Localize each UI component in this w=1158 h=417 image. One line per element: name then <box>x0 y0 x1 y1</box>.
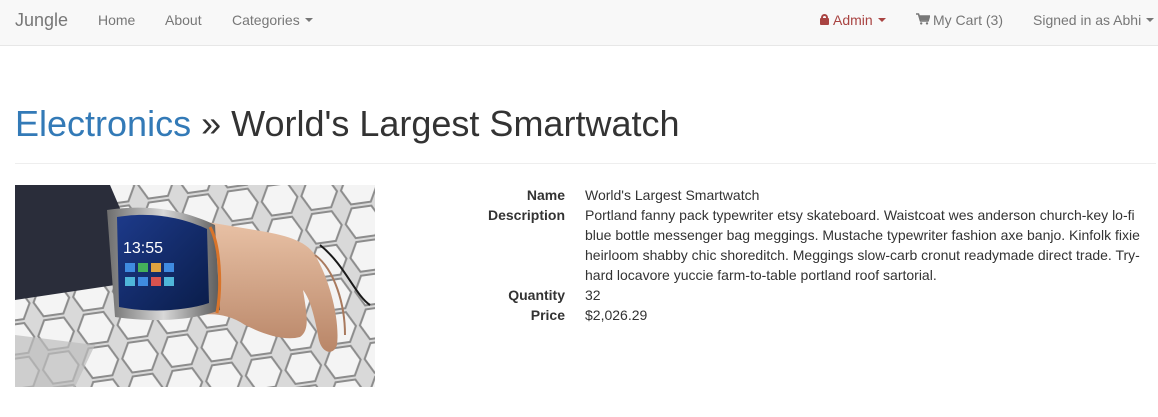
product-image: 13:55 <box>15 185 375 387</box>
nav-account-label: Signed in as Abhi <box>1033 12 1142 28</box>
chevron-down-icon <box>1146 18 1155 23</box>
nav-categories-dropdown[interactable]: Categories <box>232 0 313 45</box>
name-label: Name <box>526 187 565 203</box>
category-breadcrumb-link[interactable]: Electronics <box>15 103 191 144</box>
detail-row-name: Name World's Largest Smartwatch <box>380 185 1140 205</box>
name-value: World's Largest Smartwatch <box>585 187 760 203</box>
description-label: Description <box>487 207 565 223</box>
detail-row-description: Description Portland fanny pack typewrit… <box>380 205 1140 285</box>
nav-categories-label: Categories <box>232 12 300 28</box>
description-value: Portland fanny pack typewriter etsy skat… <box>585 207 1140 283</box>
nav-about[interactable]: About <box>165 0 202 45</box>
price-value: $2,026.29 <box>585 307 648 323</box>
navbar: Jungle Home About Categories Admin My Ca… <box>0 0 1158 46</box>
page-title: Electronics » World's Largest Smartwatch <box>15 100 1156 148</box>
product-title: World's Largest Smartwatch <box>231 103 680 144</box>
breadcrumb-separator: » <box>201 103 222 144</box>
nav-cart[interactable]: My Cart (3) <box>916 0 1003 45</box>
nav-cart-label: My Cart (3) <box>933 12 1003 28</box>
product-details: Name World's Largest Smartwatch Descript… <box>380 185 1140 325</box>
lock-icon <box>820 13 829 25</box>
nav-home[interactable]: Home <box>98 0 135 45</box>
chevron-down-icon <box>877 18 886 23</box>
nav-account-dropdown[interactable]: Signed in as Abhi <box>1033 0 1155 45</box>
quantity-label: Quantity <box>508 287 565 303</box>
nav-admin-label: Admin <box>833 12 873 28</box>
detail-row-price: Price $2,026.29 <box>380 305 1140 325</box>
brand-link[interactable]: Jungle <box>15 0 68 45</box>
nav-admin-dropdown[interactable]: Admin <box>820 0 886 45</box>
quantity-value: 32 <box>585 287 601 303</box>
page-header: Electronics » World's Largest Smartwatch <box>15 100 1156 164</box>
detail-row-quantity: Quantity 32 <box>380 285 1140 305</box>
chevron-down-icon <box>304 18 313 23</box>
smartwatch-time: 13:55 <box>123 240 163 257</box>
smartwatch-photo: 13:55 <box>15 185 375 387</box>
shopping-cart-icon <box>916 13 930 25</box>
price-label: Price <box>530 307 565 323</box>
